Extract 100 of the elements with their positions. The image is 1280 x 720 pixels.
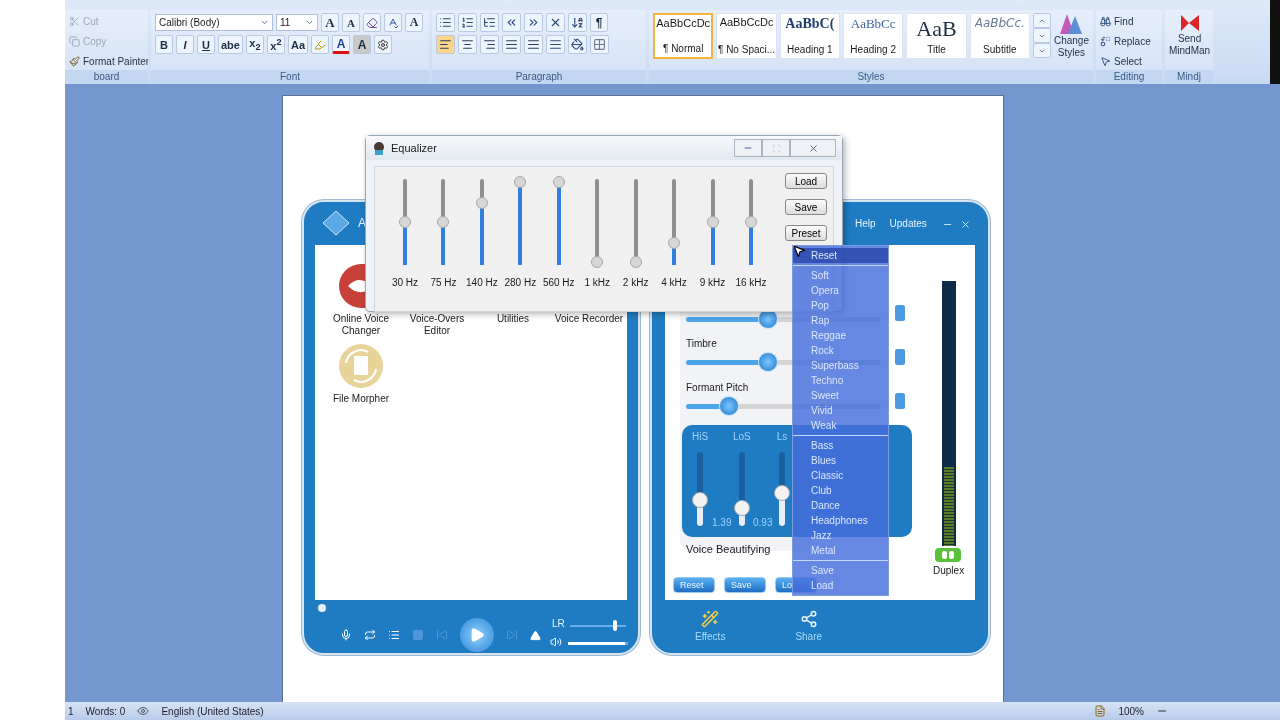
eject-icon[interactable] xyxy=(530,629,541,641)
font-name-field[interactable]: Calibri (Body) xyxy=(155,14,273,31)
view-icon[interactable] xyxy=(1094,705,1107,717)
paint-bucket-icon xyxy=(571,38,584,51)
format-button[interactable]: abe xyxy=(218,35,243,54)
align-button[interactable] xyxy=(436,35,455,54)
direction-button[interactable] xyxy=(546,13,565,32)
format-button[interactable]: I xyxy=(176,35,194,54)
grid-icon xyxy=(593,38,606,51)
format-button[interactable]: Aa xyxy=(287,35,309,54)
menu-item[interactable]: Reset xyxy=(793,248,888,263)
increase-indent-button[interactable] xyxy=(524,13,543,32)
line-spacing-button[interactable] xyxy=(546,35,565,54)
menu-item[interactable]: Dance xyxy=(793,498,888,513)
equalizer-button[interactable]: Preset xyxy=(785,225,827,241)
style-option[interactable]: AaBbCcDc ¶ No Spaci... xyxy=(716,13,777,59)
group-label: Styles xyxy=(649,70,1093,84)
enclose-button[interactable] xyxy=(374,35,393,54)
character-shading-button[interactable]: A xyxy=(353,35,372,54)
highlight-button[interactable] xyxy=(311,35,330,54)
menu-item[interactable]: Headphones xyxy=(793,513,888,528)
editing-button[interactable]: Find xyxy=(1100,13,1151,30)
menu-item[interactable]: Blues xyxy=(793,453,888,468)
band-label: 1 kHz xyxy=(584,277,610,288)
maximize-icon xyxy=(771,143,781,153)
duplex-toggle[interactable] xyxy=(935,548,961,562)
equalizer-button[interactable]: Save xyxy=(785,199,827,215)
spelling-button[interactable] xyxy=(384,13,402,32)
language[interactable]: English (United States) xyxy=(161,705,264,717)
change-styles-button[interactable]: Change Styles xyxy=(1053,13,1089,70)
clear-format-button[interactable] xyxy=(363,13,381,32)
align-button[interactable] xyxy=(524,35,543,54)
app-label[interactable]: Voice-Overs Editor xyxy=(400,313,474,337)
app-label[interactable]: File Morpher xyxy=(324,393,398,405)
seek-handle[interactable] xyxy=(318,604,326,612)
font-size-field[interactable]: 11 xyxy=(276,14,318,31)
page-number[interactable]: 1 xyxy=(68,705,74,717)
menu-item[interactable]: Weak xyxy=(793,418,888,433)
editing-button[interactable]: Select xyxy=(1100,53,1151,70)
align-button[interactable] xyxy=(458,35,477,54)
fader-label: Ls xyxy=(776,431,788,442)
style-option[interactable]: AaBbCc Heading 2 xyxy=(843,13,904,59)
style-option[interactable]: AaB Title xyxy=(906,13,967,59)
proofing-icon[interactable] xyxy=(137,705,150,717)
zoom-level[interactable]: 100% xyxy=(1118,705,1144,717)
align-button[interactable] xyxy=(502,35,521,54)
format-button[interactable]: x$^{2}$ xyxy=(266,35,285,54)
playlist-icon[interactable] xyxy=(388,629,400,641)
app-label[interactable]: Voice Recorder xyxy=(552,313,626,325)
app-logo xyxy=(322,210,350,236)
repeat-icon[interactable] xyxy=(364,629,376,641)
microphone-icon[interactable] xyxy=(340,629,352,641)
menu-item[interactable]: Jazz xyxy=(793,528,888,543)
spin-button[interactable] xyxy=(895,349,905,365)
fader-value: 0.93 xyxy=(753,517,773,528)
numbering-button[interactable] xyxy=(458,13,477,32)
shading-button[interactable] xyxy=(568,35,587,54)
menu-item[interactable]: Classic xyxy=(793,468,888,483)
close-icon[interactable] xyxy=(960,219,971,230)
app-label[interactable]: Utilities xyxy=(476,313,550,325)
duplex-label: Duplex xyxy=(933,565,965,576)
format-button[interactable]: U xyxy=(197,35,215,54)
volume-slider[interactable] xyxy=(568,642,628,645)
menu-link[interactable]: Help xyxy=(855,218,876,229)
balance-slider[interactable] xyxy=(568,620,628,631)
style-option[interactable]: AaBbCcDc ¶ Normal xyxy=(653,13,714,59)
style-option[interactable]: AaBbCc. Subtitle xyxy=(969,13,1030,59)
minimize-button[interactable] xyxy=(734,139,762,157)
multilevel-list-button[interactable] xyxy=(480,13,499,32)
font-color-button[interactable]: A xyxy=(332,35,351,54)
menu-item[interactable]: Club xyxy=(793,483,888,498)
menu-link[interactable]: Updates xyxy=(889,218,927,229)
format-button[interactable]: B xyxy=(155,35,173,54)
copy-icon xyxy=(69,36,80,47)
volume-icon[interactable] xyxy=(550,636,562,648)
align-button[interactable] xyxy=(480,35,499,54)
decrease-indent-button[interactable] xyxy=(502,13,521,32)
borders-button[interactable] xyxy=(590,35,609,54)
cursor-icon xyxy=(792,244,806,258)
spin-button[interactable] xyxy=(895,393,905,409)
text-effect-button[interactable]: A xyxy=(405,13,423,32)
word-count[interactable]: Words: 0 xyxy=(85,705,126,717)
show-marks-button[interactable]: ¶ xyxy=(590,13,608,32)
highlighter-icon xyxy=(314,38,327,51)
fader-label: LoS xyxy=(733,431,751,442)
bullets-button[interactable] xyxy=(436,13,455,32)
format-button[interactable]: x$_{2}$ xyxy=(245,35,264,54)
group-label: Mindj xyxy=(1165,70,1213,84)
shrink-font-button[interactable]: A xyxy=(342,13,360,32)
fader-value: 1.39 xyxy=(712,517,732,528)
spin-button[interactable] xyxy=(895,305,905,321)
menu-item[interactable]: Bass xyxy=(793,438,888,453)
equalizer-button[interactable]: Load xyxy=(785,173,827,189)
app-label[interactable]: Online Voice Changer xyxy=(324,313,398,337)
sort-button[interactable] xyxy=(568,13,587,32)
grow-font-button[interactable]: A xyxy=(321,13,339,32)
style-option[interactable]: AaBbC( Heading 1 xyxy=(779,13,840,59)
send-button[interactable]: Send MindMan xyxy=(1169,13,1211,70)
editing-button[interactable]: Replace xyxy=(1100,33,1151,50)
sort-icon xyxy=(571,16,584,29)
